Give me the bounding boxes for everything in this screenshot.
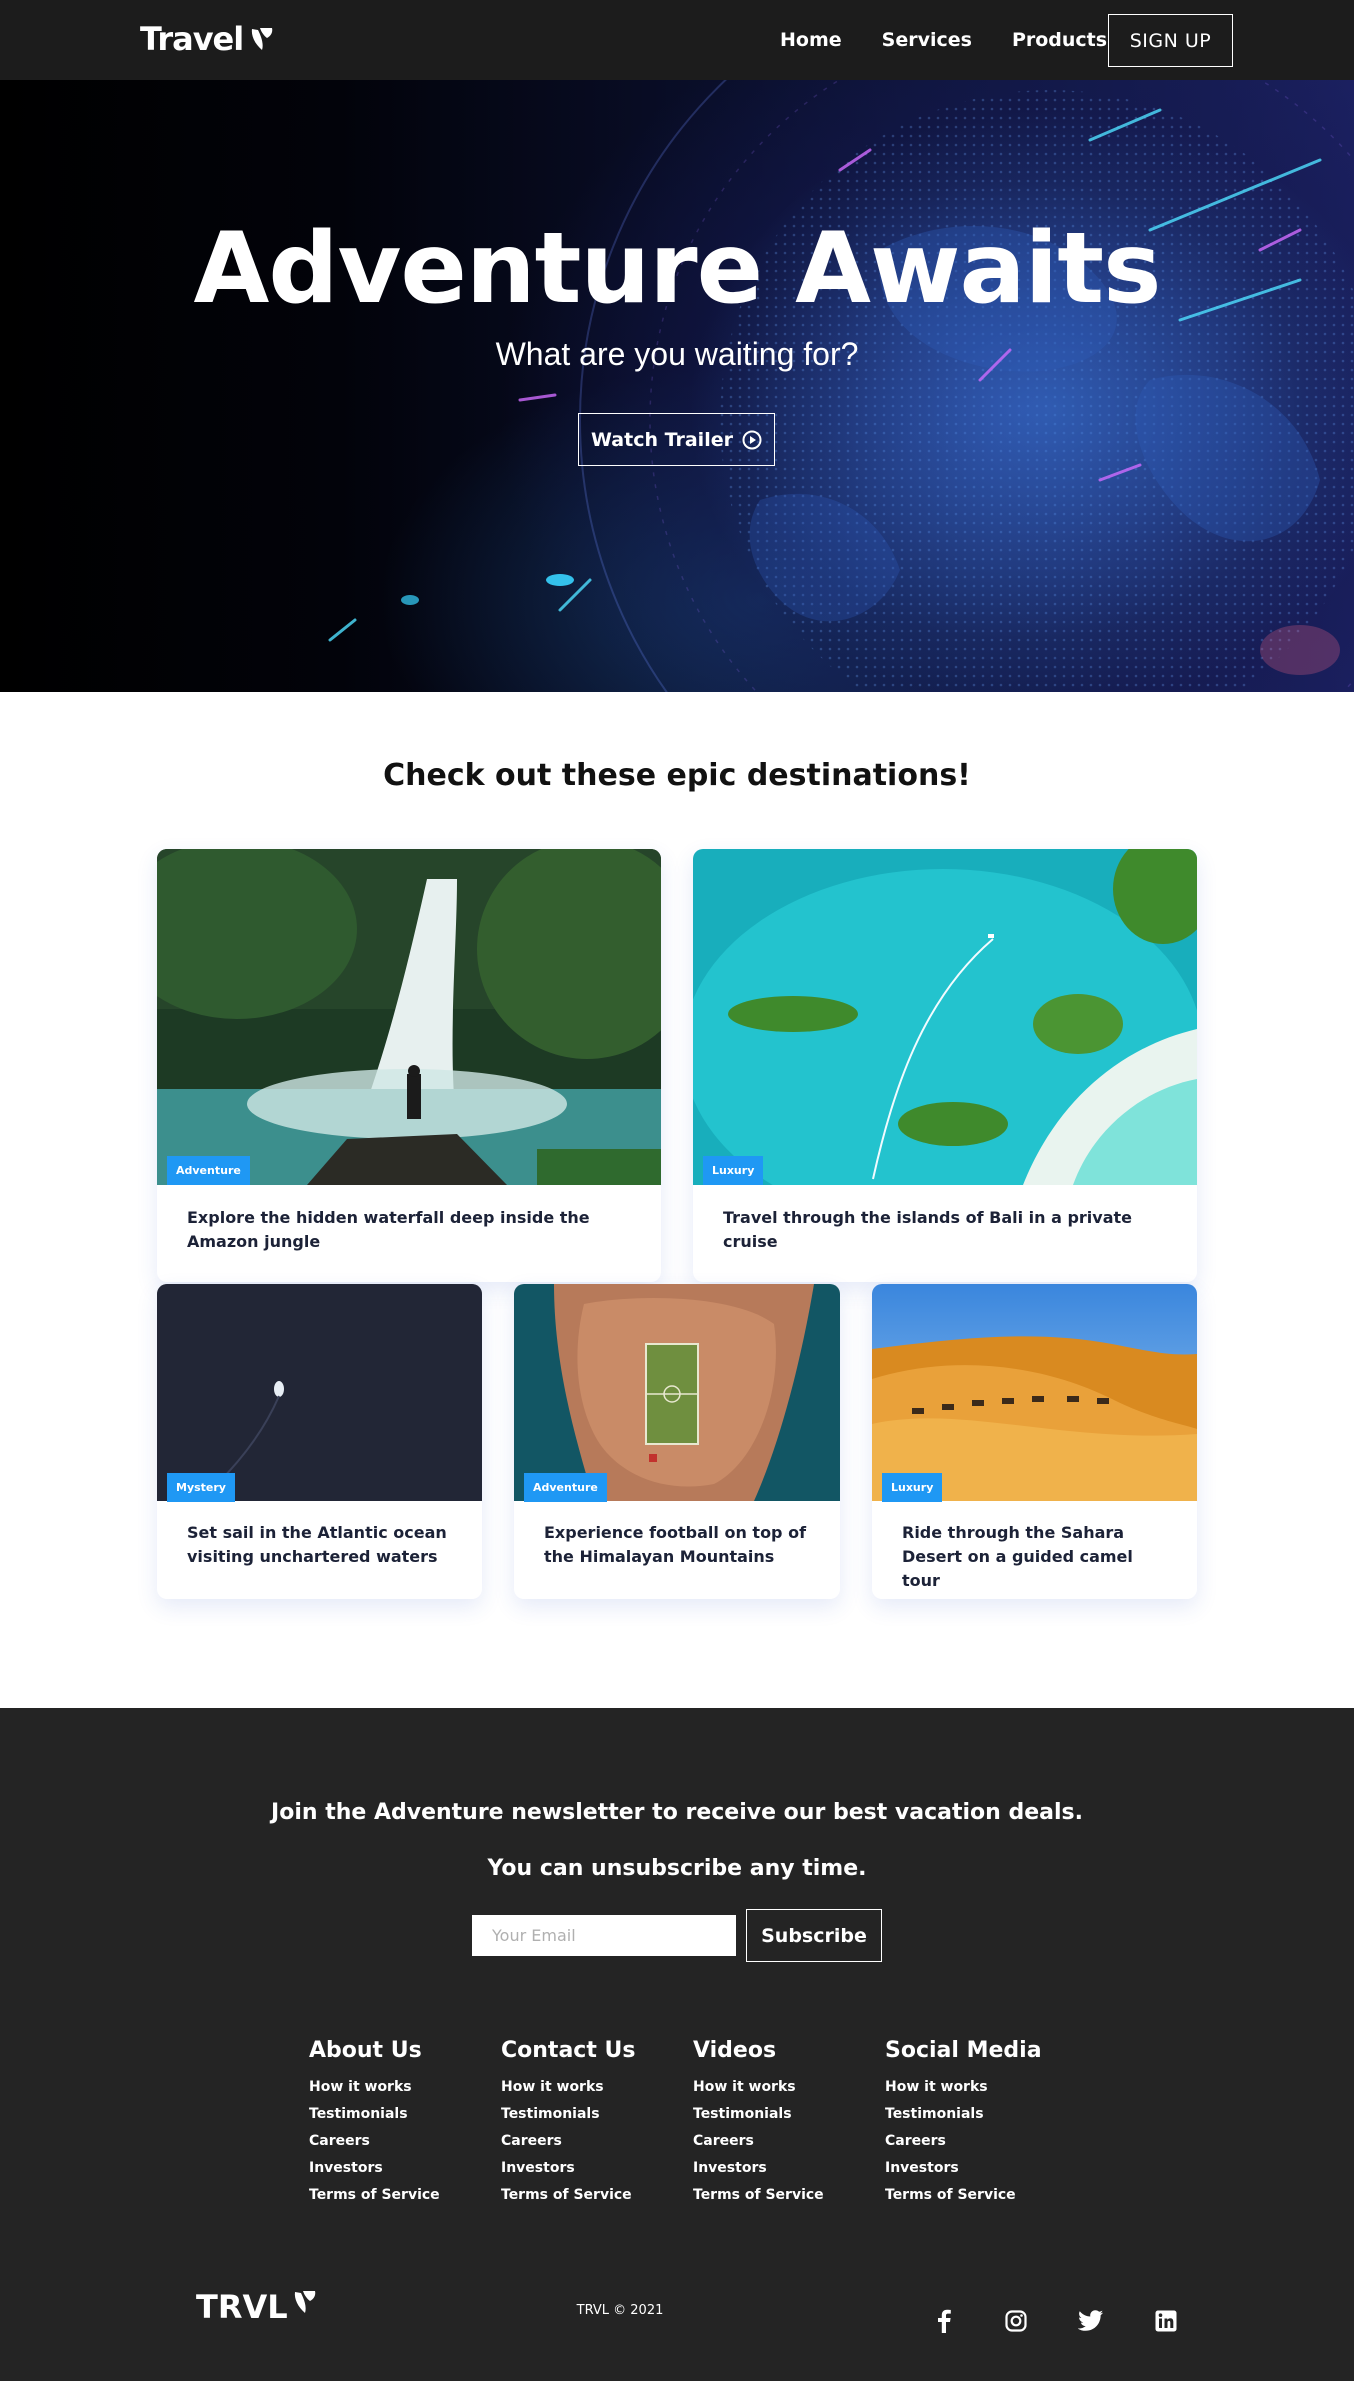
footer-link[interactable]: Testimonials: [501, 2106, 635, 2122]
footer-link[interactable]: Investors: [501, 2160, 635, 2176]
footer-column-social: Social Media How it works Testimonials C…: [885, 2038, 1042, 2214]
footer-column-title: Videos: [693, 2038, 777, 2063]
footer-link[interactable]: Investors: [885, 2160, 1042, 2176]
footer-link[interactable]: How it works: [501, 2079, 635, 2095]
newsletter-heading: Join the Adventure newsletter to receive…: [271, 1800, 1083, 1825]
footer-link[interactable]: Testimonials: [693, 2106, 824, 2122]
footer-column-title: Social Media: [885, 2038, 1042, 2063]
card-tag: Luxury: [882, 1473, 943, 1502]
footer: Join the Adventure newsletter to receive…: [0, 1708, 1354, 2381]
footer-column-title: Contact Us: [501, 2038, 636, 2063]
logo-text: Travel: [140, 20, 244, 58]
footer-column-videos: Videos How it works Testimonials Careers…: [693, 2038, 824, 2214]
signup-button[interactable]: SIGN UP: [1108, 14, 1233, 67]
footer-link[interactable]: Terms of Service: [309, 2187, 440, 2203]
atlantic-ocean-image: [157, 1284, 482, 1501]
footer-link[interactable]: Terms of Service: [693, 2187, 824, 2203]
copyright-text: TRVL © 2021: [576, 2303, 664, 2318]
newsletter-subheading: You can unsubscribe any time.: [487, 1856, 867, 1881]
footer-link[interactable]: Investors: [309, 2160, 440, 2176]
footer-link[interactable]: Terms of Service: [885, 2187, 1042, 2203]
instagram-icon[interactable]: [1002, 2307, 1030, 2335]
card-description: Experience football on top of the Himala…: [544, 1523, 807, 1566]
nav-links: Home Services Products: [760, 0, 1127, 80]
hero: Adventure Awaits What are you waiting fo…: [0, 80, 1354, 692]
twitter-icon[interactable]: [1077, 2307, 1105, 2335]
nav-link-products[interactable]: Products: [992, 29, 1127, 51]
linkedin-icon[interactable]: [1152, 2307, 1180, 2335]
bali-islands-image: [693, 849, 1197, 1185]
footer-link[interactable]: Testimonials: [309, 2106, 440, 2122]
destination-card[interactable]: Adventure Explore the hidden waterfall d…: [157, 849, 661, 1282]
facebook-icon[interactable]: [930, 2307, 958, 2335]
footer-link[interactable]: Careers: [885, 2133, 1042, 2149]
destination-card[interactable]: Luxury Travel through the islands of Bal…: [693, 849, 1197, 1282]
footer-column-about: About Us How it works Testimonials Caree…: [309, 2038, 440, 2214]
card-tag: Mystery: [167, 1473, 235, 1502]
watch-trailer-button[interactable]: Watch Trailer: [578, 413, 775, 466]
footer-link[interactable]: How it works: [693, 2079, 824, 2095]
watch-trailer-label: Watch Trailer: [591, 428, 733, 451]
card-description: Explore the hidden waterfall deep inside…: [187, 1208, 590, 1251]
footer-column-title: About Us: [309, 2038, 422, 2063]
email-input[interactable]: [472, 1915, 736, 1956]
card-description: Ride through the Sahara Desert on a guid…: [902, 1523, 1133, 1590]
sahara-desert-image: [872, 1284, 1197, 1501]
nav-link-home[interactable]: Home: [760, 29, 862, 51]
footer-link[interactable]: Terms of Service: [501, 2187, 635, 2203]
footer-link[interactable]: How it works: [885, 2079, 1042, 2095]
destination-card[interactable]: Luxury Ride through the Sahara Desert on…: [872, 1284, 1197, 1599]
footer-link[interactable]: Testimonials: [885, 2106, 1042, 2122]
footer-link[interactable]: How it works: [309, 2079, 440, 2095]
footer-column-contact: Contact Us How it works Testimonials Car…: [501, 2038, 635, 2214]
subscribe-button[interactable]: Subscribe: [746, 1909, 882, 1962]
footer-link[interactable]: Investors: [693, 2160, 824, 2176]
footer-link[interactable]: Careers: [501, 2133, 635, 2149]
waterfall-image: [157, 849, 661, 1185]
navbar: Travel Home Services Products SIGN UP: [0, 0, 1354, 80]
card-tag: Luxury: [703, 1156, 764, 1185]
logo[interactable]: Travel: [140, 20, 275, 58]
logo-mark-icon: [252, 28, 273, 50]
hero-subtitle: What are you waiting for?: [495, 336, 859, 372]
nav-link-services[interactable]: Services: [862, 29, 992, 51]
footer-link[interactable]: Careers: [693, 2133, 824, 2149]
footer-link[interactable]: Careers: [309, 2133, 440, 2149]
destination-card[interactable]: Mystery Set sail in the Atlantic ocean v…: [157, 1284, 482, 1599]
card-tag: Adventure: [167, 1156, 250, 1185]
hero-globe-background: [328, 80, 1354, 692]
section-title: Check out these epic destinations!: [383, 758, 971, 793]
card-tag: Adventure: [524, 1473, 607, 1502]
hero-title: Adventure Awaits: [193, 212, 1162, 326]
football-island-image: [514, 1284, 840, 1501]
card-description: Travel through the islands of Bali in a …: [723, 1208, 1133, 1251]
card-description: Set sail in the Atlantic ocean visiting …: [187, 1523, 447, 1566]
play-circle-icon: [742, 430, 762, 449]
destination-card[interactable]: Adventure Experience football on top of …: [514, 1284, 840, 1599]
